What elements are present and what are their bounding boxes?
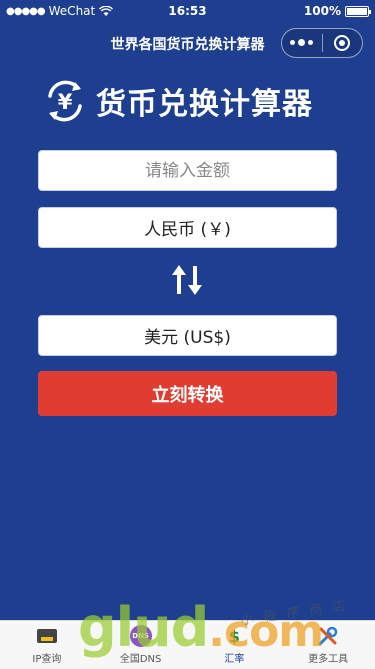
carrier-label: WeChat (48, 4, 96, 18)
amount-input[interactable] (39, 150, 336, 191)
wifi-icon (99, 5, 114, 16)
logo-symbol: ¥ (58, 90, 73, 114)
tab-ip-lookup[interactable]: IP查询 (0, 621, 94, 669)
status-bar: ●●●●● WeChat 16:53 100% (0, 0, 375, 22)
dot-icon (308, 40, 314, 45)
currency-exchange-icon: ¥ (48, 80, 82, 122)
to-currency-select[interactable]: 美元 (US$) (38, 315, 337, 356)
tab-label: IP查询 (32, 654, 62, 665)
tools-icon (318, 626, 338, 646)
more-menu-button[interactable] (282, 39, 322, 46)
dot-icon (290, 40, 296, 45)
tab-label: 全国DNS (119, 654, 162, 665)
nav-bar: 世界各国货币兑换计算器 (0, 22, 375, 64)
tab-dns[interactable]: DNS 全国DNS (94, 621, 188, 669)
chip-icon (36, 629, 57, 643)
close-mini-program-button[interactable] (323, 35, 363, 51)
tab-label: 更多工具 (308, 654, 349, 665)
tab-exchange-rate[interactable]: $ 汇率 (188, 621, 282, 669)
tab-bar: IP查询 DNS 全国DNS $ 汇率 更多工具 (0, 620, 375, 669)
battery-fill (347, 7, 367, 15)
tab-more-tools[interactable]: 更多工具 (281, 621, 375, 669)
amount-field[interactable] (38, 150, 337, 191)
dns-icon: DNS (129, 625, 152, 647)
status-right: 100% (303, 4, 371, 18)
currency-rate-icon: $ (228, 626, 240, 646)
signal-icon: ●●●●● (6, 5, 46, 17)
mini-program-capsule (281, 28, 363, 58)
logo-title: 货币兑换计算器 (96, 87, 313, 122)
battery-icon (345, 5, 371, 17)
from-currency-select[interactable]: 人民币 (￥) (38, 207, 337, 248)
to-currency-label: 美元 (US$) (144, 328, 231, 348)
from-currency-label: 人民币 (￥) (144, 220, 231, 240)
tab-label: 汇率 (224, 654, 245, 665)
close-circle-icon (334, 35, 351, 51)
app-logo: ¥ 货币兑换计算器 (42, 78, 313, 124)
convert-button[interactable]: 立刻转换 (38, 371, 337, 416)
status-left: ●●●●● WeChat (6, 4, 114, 18)
dot-icon (298, 39, 306, 46)
battery-percent: 100% (303, 4, 341, 18)
swap-arrows-icon (172, 265, 202, 295)
swap-currencies-button[interactable] (170, 262, 204, 302)
